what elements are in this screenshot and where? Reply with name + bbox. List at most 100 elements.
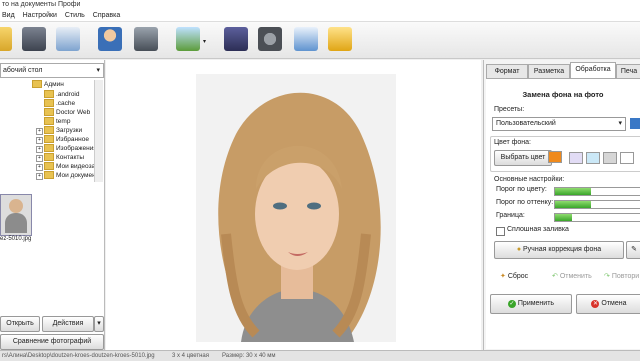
- folder-icon: [44, 126, 54, 135]
- slider-fill: [555, 214, 573, 221]
- expand-icon[interactable]: +: [36, 137, 43, 144]
- chevron-down-icon: ▾: [97, 320, 101, 327]
- save-preset-icon[interactable]: [630, 118, 640, 129]
- tree-item[interactable]: Админ: [32, 80, 64, 89]
- reset-button[interactable]: ✦ Сброс: [500, 271, 544, 283]
- apply-button[interactable]: ✓ Применить: [490, 294, 572, 314]
- tree-item[interactable]: Мои докумен: [44, 171, 96, 180]
- photo-thumbnail[interactable]: [0, 194, 32, 236]
- compare-photos-button[interactable]: Сравнение фотографий: [0, 334, 104, 350]
- open-folder-icon[interactable]: [0, 27, 12, 51]
- tree-item[interactable]: .android: [44, 90, 80, 99]
- menu-style[interactable]: Стиль: [65, 12, 85, 19]
- expand-icon[interactable]: +: [36, 146, 43, 153]
- preset-dropdown[interactable]: Пользовательский ▾: [492, 117, 626, 131]
- tree-item[interactable]: .cache: [44, 99, 75, 108]
- undo-button[interactable]: ↶ Отменить: [552, 271, 598, 283]
- folder-icon: [32, 80, 42, 89]
- palette-icon: ●: [516, 246, 522, 253]
- image-icon[interactable]: [176, 27, 200, 51]
- menu-view[interactable]: Вид: [2, 12, 15, 19]
- folder-icon: [44, 171, 54, 180]
- camera-icon[interactable]: [134, 27, 158, 51]
- expand-icon[interactable]: +: [36, 164, 43, 171]
- chevron-down-icon: ▾: [618, 120, 622, 127]
- selected-color-swatch[interactable]: [548, 151, 562, 163]
- color-threshold-label: Порог по цвету:: [496, 186, 547, 193]
- chevron-down-icon: ▾: [96, 67, 100, 74]
- solid-fill-checkbox[interactable]: [496, 227, 505, 236]
- folder-icon: [44, 108, 54, 117]
- save-icon[interactable]: [22, 27, 46, 51]
- tree-item[interactable]: Изображения: [44, 144, 97, 153]
- portrait-photo[interactable]: [196, 74, 396, 342]
- tab-format[interactable]: Формат: [486, 64, 528, 79]
- tree-item[interactable]: Мои видеоза: [44, 162, 95, 171]
- brush-icon: ✎: [631, 246, 637, 253]
- tree-item[interactable]: Doctor Web: [44, 108, 90, 117]
- solid-fill-label: Сплошная заливка: [507, 226, 569, 233]
- pick-color-button[interactable]: Выбрать цвет: [494, 150, 552, 166]
- folder-path-dropdown[interactable]: абочий стол ▾: [0, 63, 104, 78]
- color-swatch-lavender[interactable]: [569, 152, 583, 164]
- border-slider[interactable]: [554, 213, 640, 222]
- broom-icon: ✦: [500, 273, 506, 280]
- redo-button[interactable]: ↷ Повтори: [604, 271, 640, 283]
- user-icon[interactable]: [98, 27, 122, 51]
- redo-icon: ↷: [604, 273, 610, 280]
- manual-correction-button[interactable]: ● Ручная коррекция фона: [494, 241, 624, 259]
- color-swatch-gray[interactable]: [603, 152, 617, 164]
- chevron-down-icon[interactable]: ▾: [203, 38, 206, 45]
- actions-dropdown-button[interactable]: ▾: [94, 316, 104, 332]
- open-button[interactable]: Открыть: [0, 316, 40, 332]
- folder-icon: [44, 162, 54, 171]
- undo-icon: ↶: [552, 273, 558, 280]
- tree-item[interactable]: Загрузки: [44, 126, 82, 135]
- folder-icon: [44, 153, 54, 162]
- tree-item[interactable]: Избранное: [44, 135, 89, 144]
- menu-help[interactable]: Справка: [93, 12, 120, 19]
- hue-threshold-slider[interactable]: [554, 200, 640, 209]
- border-label: Граница:: [496, 212, 525, 219]
- expand-icon[interactable]: +: [36, 173, 43, 180]
- tab-markup[interactable]: Разметка: [528, 64, 570, 79]
- slider-fill: [555, 201, 592, 208]
- slider-fill: [555, 188, 592, 195]
- actions-button[interactable]: Действия: [42, 316, 94, 332]
- presets-label: Пресеты:: [494, 106, 525, 113]
- film-icon[interactable]: [258, 27, 282, 51]
- preset-value: Пользовательский: [496, 120, 556, 127]
- color-swatch-white[interactable]: [620, 152, 634, 164]
- folder-icon: [44, 144, 54, 153]
- check-icon: ✓: [507, 300, 516, 308]
- home-icon[interactable]: [294, 27, 318, 51]
- folder-icon: [44, 135, 54, 144]
- bg-color-label: Цвет фона:: [494, 139, 531, 146]
- menu-settings[interactable]: Настройки: [23, 12, 57, 19]
- cancel-button[interactable]: ✕ Отмена: [576, 294, 640, 314]
- help-book-icon[interactable]: [224, 27, 248, 51]
- portrait-image: [196, 74, 396, 342]
- tree-item[interactable]: Контакты: [44, 153, 84, 162]
- tab-print[interactable]: Печа: [616, 64, 640, 79]
- menu-bar: Вид Настройки Стиль Справка: [0, 10, 640, 22]
- main-settings-label: Основные настройки:: [494, 176, 565, 183]
- status-bar: rs\Алина\Desktop\doutzen-kroes-doutzen-k…: [0, 350, 640, 361]
- print-icon[interactable]: [56, 27, 80, 51]
- folder-icon: [44, 117, 54, 126]
- color-swatch-lightblue[interactable]: [586, 152, 600, 164]
- tree-item[interactable]: temp: [44, 117, 70, 126]
- folder-path-value: абочий стол: [3, 67, 43, 74]
- expand-icon[interactable]: +: [36, 155, 43, 162]
- tab-processing[interactable]: Обработка: [570, 62, 616, 79]
- color-threshold-slider[interactable]: [554, 187, 640, 196]
- toolbar: ▾: [0, 22, 640, 59]
- thumbnail-caption: ez-5010.jpg: [0, 236, 32, 242]
- folder-icon: [44, 90, 54, 99]
- shopping-cart-icon[interactable]: [328, 27, 352, 51]
- brush-tool-button[interactable]: ✎: [626, 241, 640, 259]
- tree-scrollbar[interactable]: [94, 80, 103, 182]
- close-icon: ✕: [591, 300, 600, 308]
- expand-icon[interactable]: +: [36, 128, 43, 135]
- window-title: то на документы Профи: [2, 1, 81, 8]
